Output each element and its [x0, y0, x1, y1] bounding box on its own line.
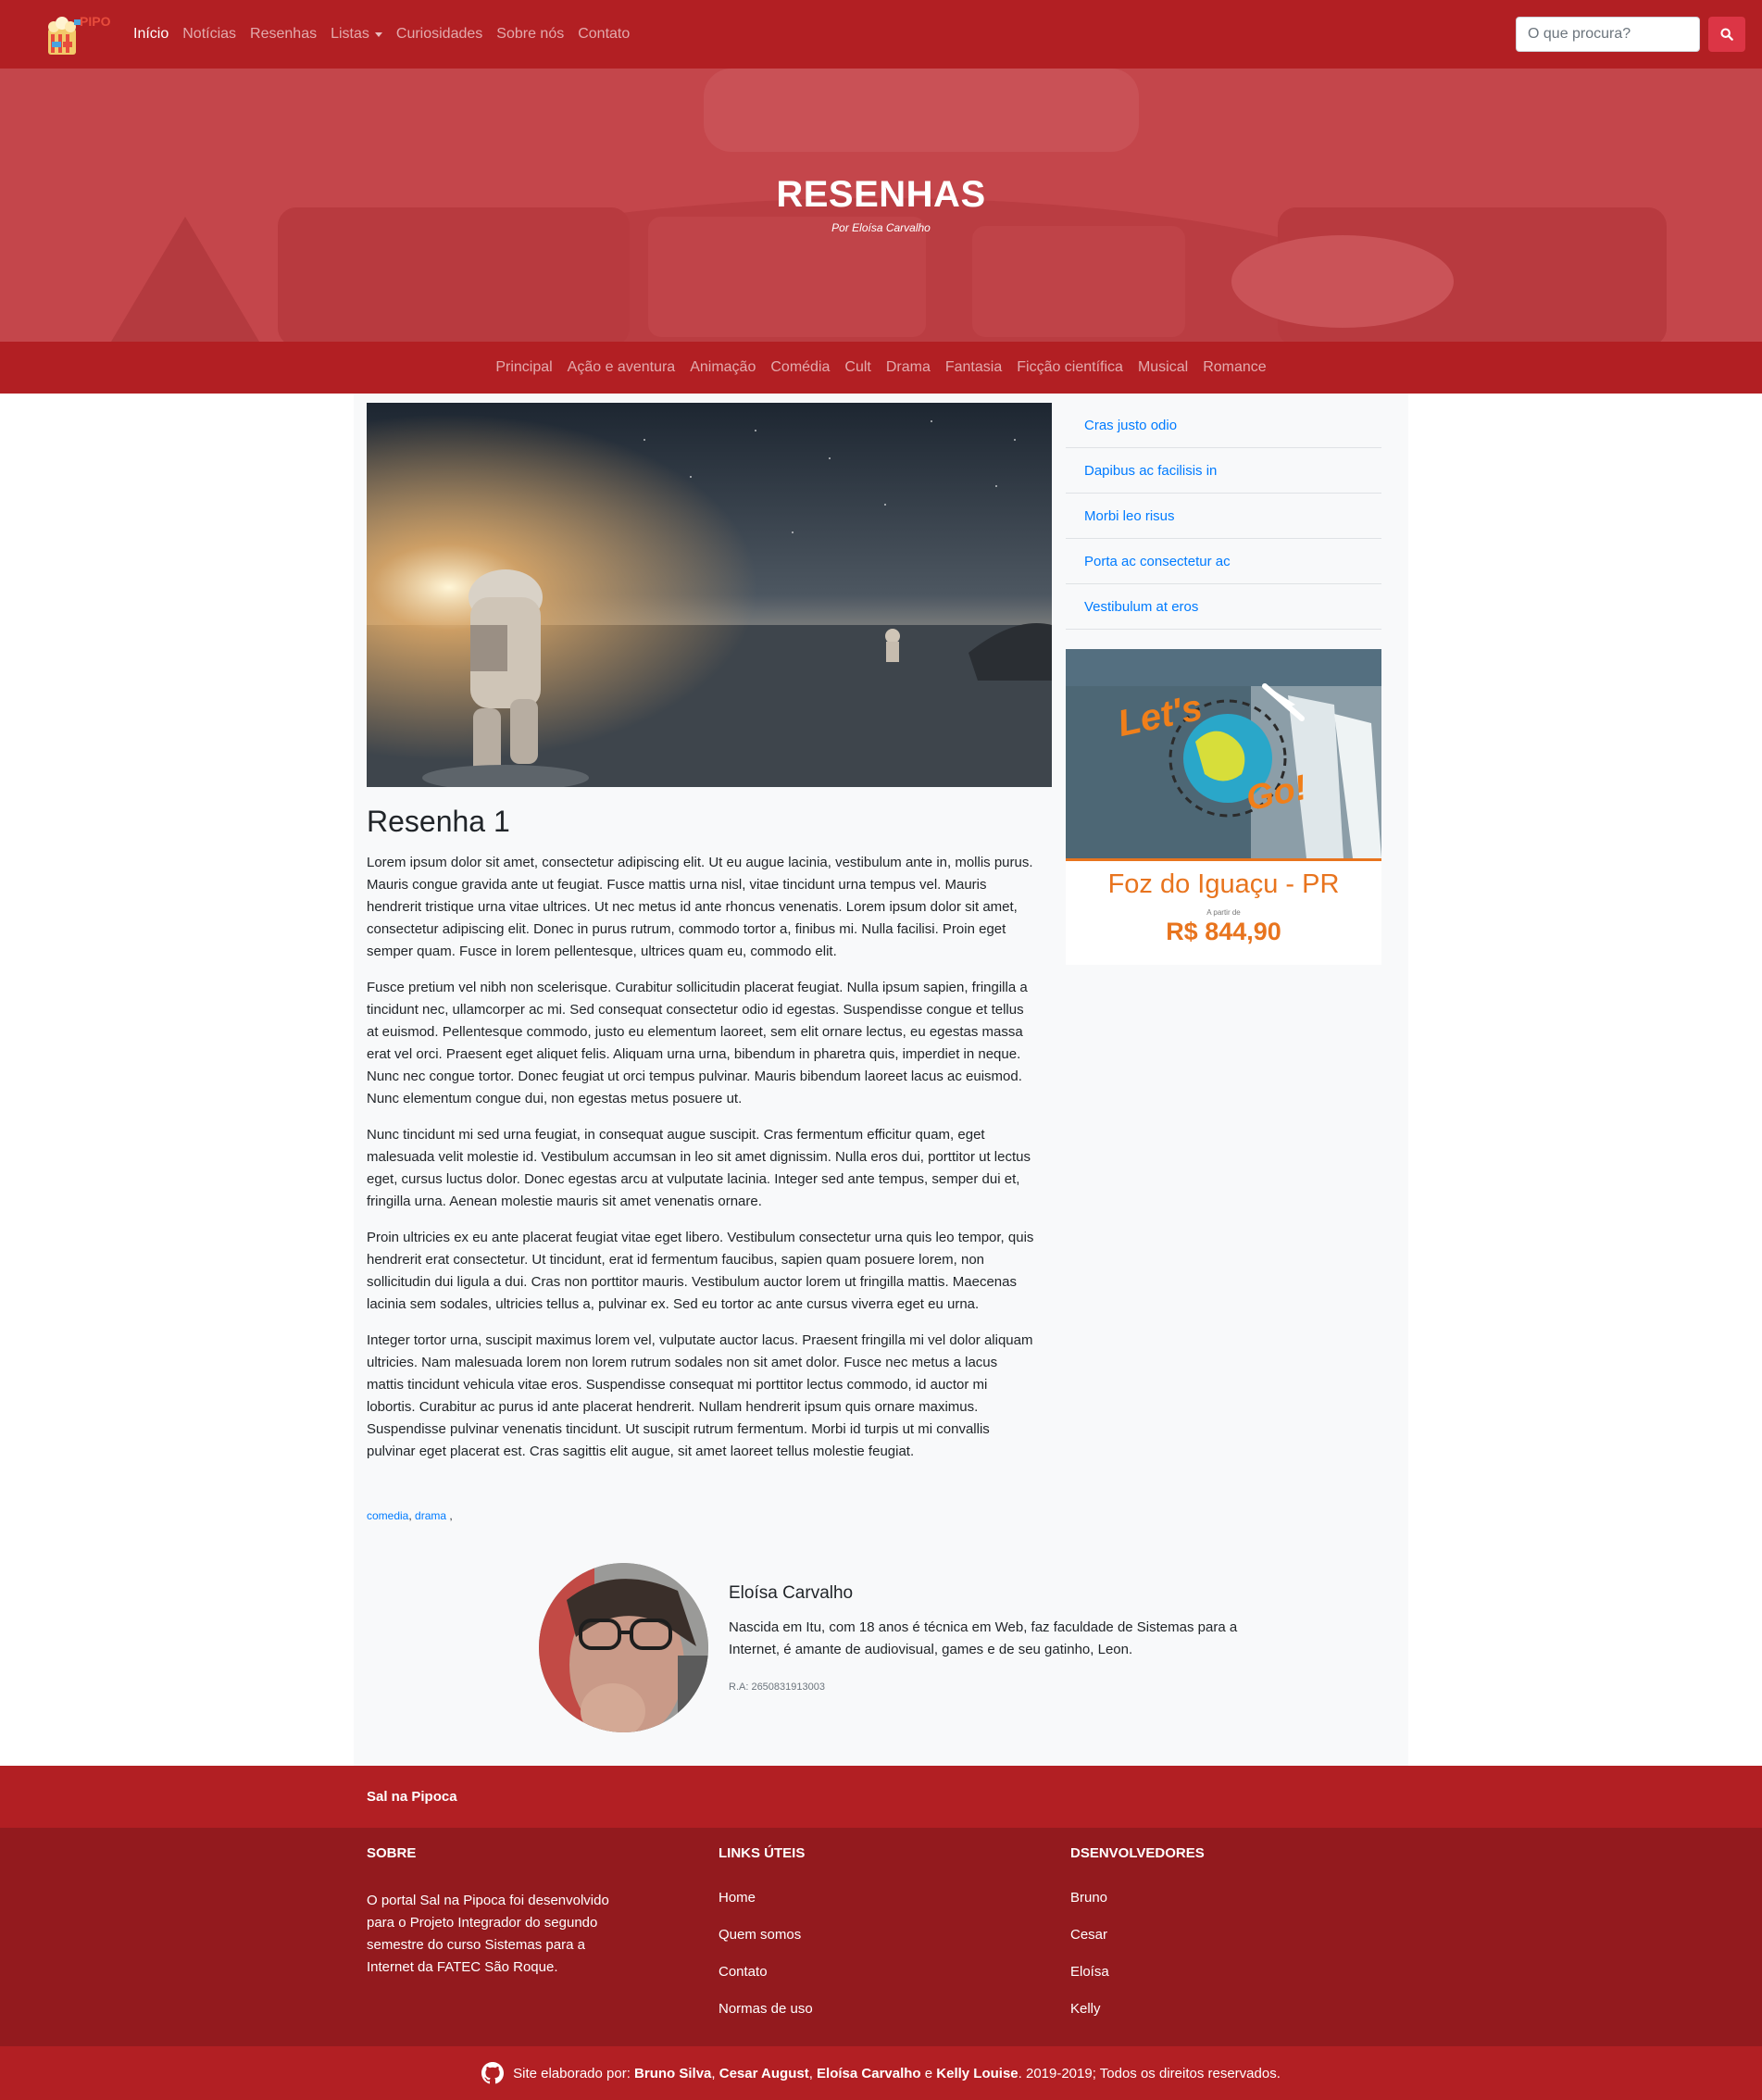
sidebar-link[interactable]: Dapibus ac facilisis in [1066, 448, 1381, 494]
footer-brand-bar: Sal na Pipoca [0, 1766, 1762, 1828]
page-subtitle: Por Eloísa Carvalho [831, 221, 931, 234]
author-ra: R.A: 2650831913003 [729, 1681, 825, 1693]
category-link-comedia[interactable]: Comédia [763, 359, 837, 376]
footer-heading-links: LINKS ÚTEIS [719, 1845, 806, 1861]
category-link-drama[interactable]: Drama [879, 359, 938, 376]
sidebar-link[interactable]: Morbi leo risus [1066, 494, 1381, 539]
article-paragraph: Proin ultricies ex eu ante placerat feug… [367, 1230, 1034, 1312]
nav-link-listas[interactable]: Listas [331, 26, 369, 43]
nav-link-sobre[interactable]: Sobre nós [496, 26, 564, 43]
category-link-fantasia[interactable]: Fantasia [938, 359, 1009, 376]
sidebar-link[interactable]: Porta ac consectetur ac [1066, 539, 1381, 584]
main-content: Resenha 1 Lorem ipsum dolor sit amet, co… [354, 394, 1408, 1766]
article-title: Resenha 1 [367, 805, 510, 838]
footer-link-quem-somos[interactable]: Quem somos [719, 1927, 813, 1964]
credits-prefix: Site elaborado por: [513, 2065, 635, 2081]
author-bio: Nascida em Itu, com 18 anos é técnica em… [729, 1619, 1238, 1657]
footer-links-list: Home Quem somos Contato Normas de uso [719, 1890, 813, 2038]
site-logo[interactable]: PIPO [43, 8, 110, 60]
category-link-musical[interactable]: Musical [1131, 359, 1195, 376]
footer-dev-item[interactable]: Eloísa [1070, 1964, 1109, 2001]
nav-link-resenhas[interactable]: Resenhas [250, 26, 317, 43]
footer-dev-item[interactable]: Kelly [1070, 2001, 1109, 2038]
footer-dev-item[interactable]: Bruno [1070, 1890, 1109, 1927]
nav-link-inicio[interactable]: Início [133, 26, 169, 43]
article-paragraph: Fusce pretium vel nibh non scelerisque. … [367, 980, 1028, 1106]
footer-heading-devs: DSENVOLVEDORES [1070, 1845, 1205, 1861]
sidebar-link[interactable]: Cras justo odio [1066, 403, 1381, 448]
footer-brand: Sal na Pipoca [367, 1789, 457, 1805]
tag-trailing: , [446, 1509, 453, 1522]
search-icon [1720, 28, 1733, 41]
main-nav: Início Notícias Resenhas Listas Curiosid… [133, 0, 630, 69]
author-name: Eloísa Carvalho [729, 1583, 854, 1603]
category-link-animacao[interactable]: Animação [682, 359, 763, 376]
article-paragraph: Nunc tincidunt mi sed urna feugiat, in c… [367, 1127, 1031, 1209]
nav-link-noticias[interactable]: Notícias [182, 26, 236, 43]
footer-devs-list: Bruno Cesar Eloísa Kelly [1070, 1890, 1109, 2038]
top-navbar: PIPO Início Notícias Resenhas Listas Cur… [0, 0, 1762, 69]
footer-columns: SOBRE O portal Sal na Pipoca foi desenvo… [0, 1828, 1762, 2046]
credit-name: Kelly Louise [936, 2065, 1018, 2081]
sidebar-link[interactable]: Vestibulum at eros [1066, 584, 1381, 630]
ad-price: R$ 844,90 [1166, 918, 1281, 945]
nav-link-curiosidades[interactable]: Curiosidades [396, 26, 482, 43]
tag-separator: , [408, 1509, 412, 1522]
nav-dropdown-listas[interactable]: Listas [331, 26, 382, 43]
footer-heading-sobre: SOBRE [367, 1845, 417, 1861]
search-input[interactable] [1516, 17, 1700, 52]
category-link-cult[interactable]: Cult [837, 359, 878, 376]
caret-down-icon [374, 31, 382, 37]
credits-sep: , [711, 2065, 719, 2081]
github-icon[interactable] [481, 2062, 505, 2084]
footer-link-normas[interactable]: Normas de uso [719, 2001, 813, 2038]
hero-banner: RESENHAS Por Eloísa Carvalho [0, 69, 1762, 342]
category-link-principal[interactable]: Principal [488, 359, 559, 376]
category-link-ficcao[interactable]: Ficção científica [1009, 359, 1131, 376]
credits-suffix: . 2019-2019; Todos os direitos reservado… [1018, 2065, 1281, 2081]
article-paragraph: Integer tortor urna, suscipit maximus lo… [367, 1332, 1033, 1459]
article-tags: comedia, drama , [367, 1509, 453, 1522]
author-avatar [539, 1563, 708, 1732]
nav-link-contato[interactable]: Contato [578, 26, 630, 43]
ad-from-label: A partir de [1206, 908, 1241, 917]
footer-link-contato[interactable]: Contato [719, 1964, 813, 2001]
search-button[interactable] [1708, 17, 1745, 52]
ad-image: Let's Go! [1066, 649, 1381, 858]
footer-link-home[interactable]: Home [719, 1890, 813, 1927]
category-link-acao[interactable]: Ação e aventura [560, 359, 683, 376]
logo-text: PIPO [80, 14, 111, 29]
tag-link-comedia[interactable]: comedia [367, 1509, 408, 1522]
tag-link-drama[interactable]: drama [415, 1509, 446, 1522]
ad-divider [1066, 858, 1381, 861]
article-body: Lorem ipsum dolor sit amet, consectetur … [367, 852, 1035, 1477]
category-link-romance[interactable]: Romance [1195, 359, 1273, 376]
article-paragraph: Lorem ipsum dolor sit amet, consectetur … [367, 855, 1033, 959]
category-nav: Principal Ação e aventura Animação Coméd… [0, 342, 1762, 394]
credits-sep: e [920, 2065, 937, 2081]
footer-credits: Site elaborado por: Bruno Silva, Cesar A… [0, 2046, 1762, 2100]
ad-city: Foz do Iguaçu - PR [1107, 869, 1340, 899]
credit-name: Bruno Silva [634, 2065, 712, 2081]
travel-advertisement[interactable]: Let's Go! Foz do Iguaçu - PR A partir de… [1066, 649, 1381, 965]
page-title: RESENHAS [776, 174, 986, 215]
credit-name: Cesar August [719, 2065, 809, 2081]
article-cover-image [367, 403, 1052, 787]
credits-sep: , [808, 2065, 818, 2081]
credit-name: Eloísa Carvalho [817, 2065, 921, 2081]
sidebar-link-list: Cras justo odio Dapibus ac facilisis in … [1066, 403, 1381, 630]
footer-dev-item[interactable]: Cesar [1070, 1927, 1109, 1964]
footer-about-text: O portal Sal na Pipoca foi desenvolvido … [367, 1893, 609, 1975]
